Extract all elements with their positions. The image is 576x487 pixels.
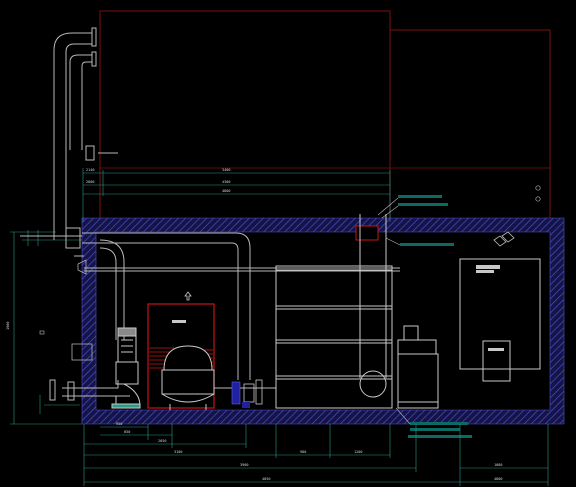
dim-bottom-c: 3900 bbox=[240, 463, 248, 467]
up-arrow-icon bbox=[184, 291, 192, 301]
wall-fittings-right bbox=[493, 231, 515, 247]
tag-circles bbox=[535, 185, 541, 202]
dim-bottom-e: 4800 bbox=[494, 477, 502, 481]
dim-vertical-total: 1960 bbox=[6, 322, 10, 330]
storage-tank bbox=[275, 214, 393, 409]
dim-seg-b: 850 bbox=[124, 430, 130, 434]
pipe-penetration bbox=[355, 225, 379, 241]
left-dimensions bbox=[10, 230, 82, 425]
valve-group bbox=[214, 379, 276, 408]
room-wall-hatch bbox=[81, 217, 565, 425]
heater-unit bbox=[397, 325, 439, 409]
dim-top-b: 4300 bbox=[222, 180, 230, 184]
external-riser-pipe bbox=[20, 27, 118, 249]
small-note-box bbox=[39, 330, 45, 335]
control-cabinet bbox=[459, 258, 541, 382]
dim-top-a: 3400 bbox=[222, 168, 230, 172]
dim-bottom-b: 3100 bbox=[174, 450, 182, 454]
bottom-dimensions bbox=[83, 424, 549, 486]
dim-seg-a: 950 bbox=[116, 422, 122, 426]
dim-left-b: 2800 bbox=[86, 180, 94, 184]
upper-building-outline bbox=[99, 10, 551, 220]
dim-left-a: 2140 bbox=[86, 168, 94, 172]
top-dimensions bbox=[82, 168, 391, 222]
internal-pipes bbox=[49, 232, 400, 401]
sand-filter bbox=[147, 303, 215, 410]
dim-top-c: 4800 bbox=[222, 189, 230, 193]
dim-bottom-a: 2650 bbox=[158, 439, 166, 443]
dim-seg-c: 980 bbox=[300, 450, 306, 454]
cad-drawing: 3400 4300 4800 2140 2800 1960 950 850 26… bbox=[6, 10, 565, 486]
dim-seg-d: 1200 bbox=[354, 450, 362, 454]
dim-bottom-f: 1080 bbox=[494, 463, 502, 467]
dim-bottom-d: 4850 bbox=[262, 477, 270, 481]
